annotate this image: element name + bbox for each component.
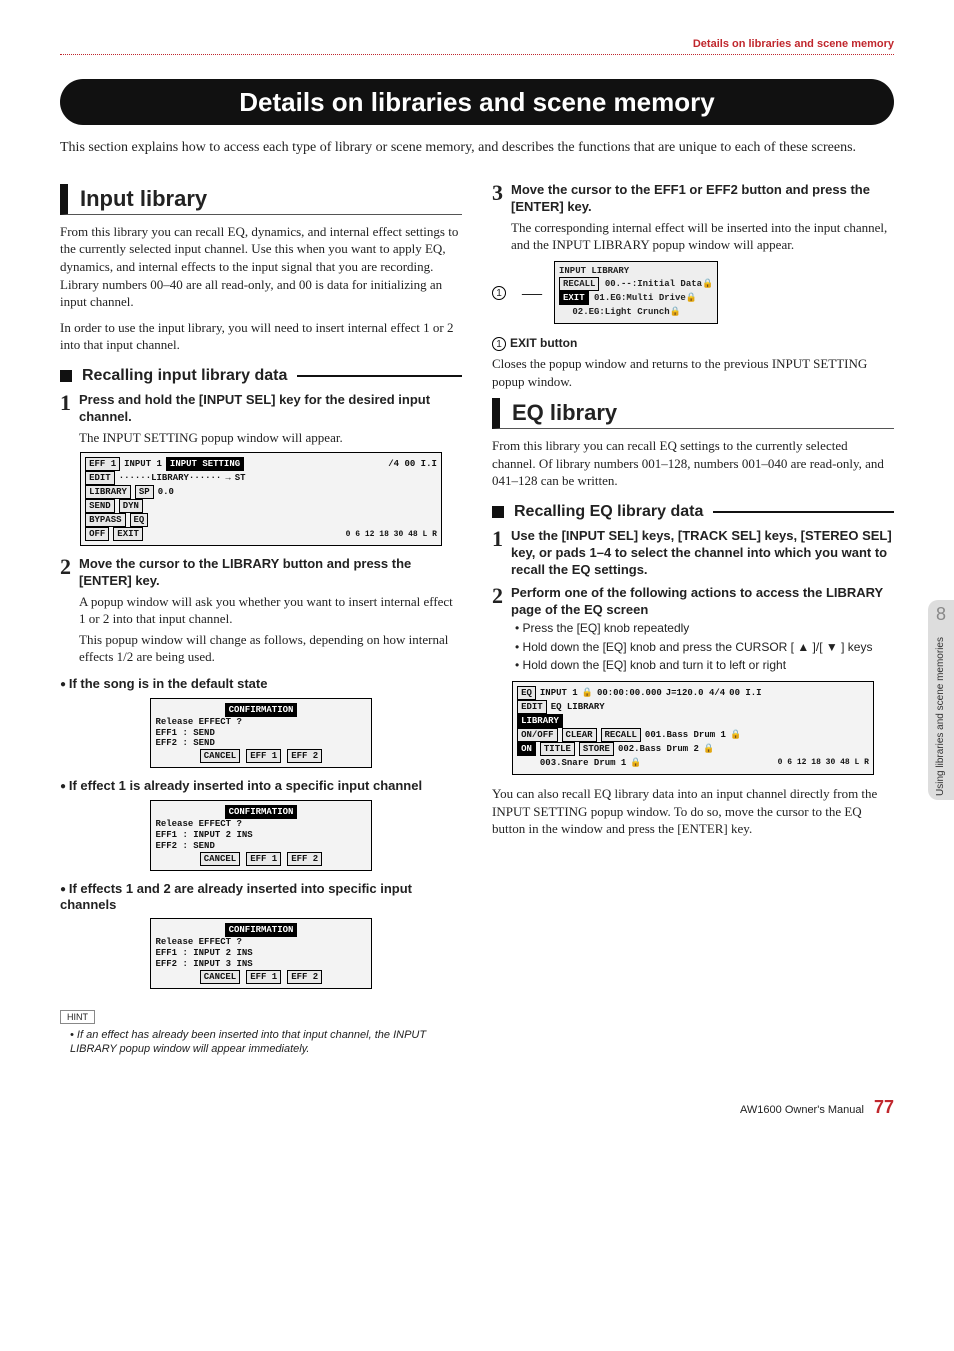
right-step-1: 1 Use the [INPUT SEL] keys, [TRACK SEL] … (492, 528, 894, 579)
bullet-default-state: If the song is in the default state (60, 676, 462, 692)
h2-eq-library: EQ library (492, 398, 894, 429)
left-step-1: 1 Press and hold the [INPUT SEL] key for… (60, 392, 462, 447)
h3-recall-eq: Recalling EQ library data (492, 504, 894, 520)
callout-exit-button: 1EXIT button (492, 336, 894, 351)
confirm-default-screenshot: CONFIRMATION Release EFFECT ? EFF1 : SEN… (150, 698, 371, 768)
bullet-eff1-inserted: If effect 1 is already inserted into a s… (60, 778, 462, 794)
hint-box: HINT • If an effect has already been ins… (60, 1007, 462, 1057)
left-step-2: 2 Move the cursor to the LIBRARY button … (60, 556, 462, 665)
right-step-2: 2 Perform one of the following actions t… (492, 585, 894, 675)
eq-library-screenshot: EQ INPUT 1 🔒00:00:00.000 J=120.0 4/4 00 … (512, 681, 874, 775)
callout-exit-body: Closes the popup window and returns to t… (492, 355, 894, 390)
left-p2: In order to use the input library, you w… (60, 319, 462, 354)
right-p2: You can also recall EQ library data into… (492, 785, 894, 838)
right-step-3: 3 Move the cursor to the EFF1 or EFF2 bu… (492, 182, 894, 254)
h3-recall-input: Recalling input library data (60, 368, 462, 384)
running-header: Details on libraries and scene memory (60, 38, 894, 50)
confirm-eff1-screenshot: CONFIRMATION Release EFFECT ? EFF1 : INP… (150, 800, 371, 870)
page-title: Details on libraries and scene memory (60, 79, 894, 125)
confirm-eff12-screenshot: CONFIRMATION Release EFFECT ? EFF1 : INP… (150, 918, 371, 988)
left-p1: From this library you can recall EQ, dyn… (60, 223, 462, 311)
page-footer: AW1600 Owner's Manual 77 (60, 1097, 894, 1118)
bullet-eff12-inserted: If effects 1 and 2 are already inserted … (60, 881, 462, 913)
input-library-popup: 1— INPUT LIBRARY RECALL 00.--:Initial Da… (492, 261, 894, 324)
header-rule (60, 54, 894, 55)
h2-input-library: Input library (60, 184, 462, 215)
intro-text: This section explains how to access each… (60, 139, 894, 158)
input-setting-screenshot: EFF 1 INPUT 1 INPUT SETTING /4 00 I.I ED… (80, 452, 442, 546)
chapter-tab: 8 Using libraries and scene memories (928, 600, 954, 800)
right-p1: From this library you can recall EQ sett… (492, 437, 894, 490)
